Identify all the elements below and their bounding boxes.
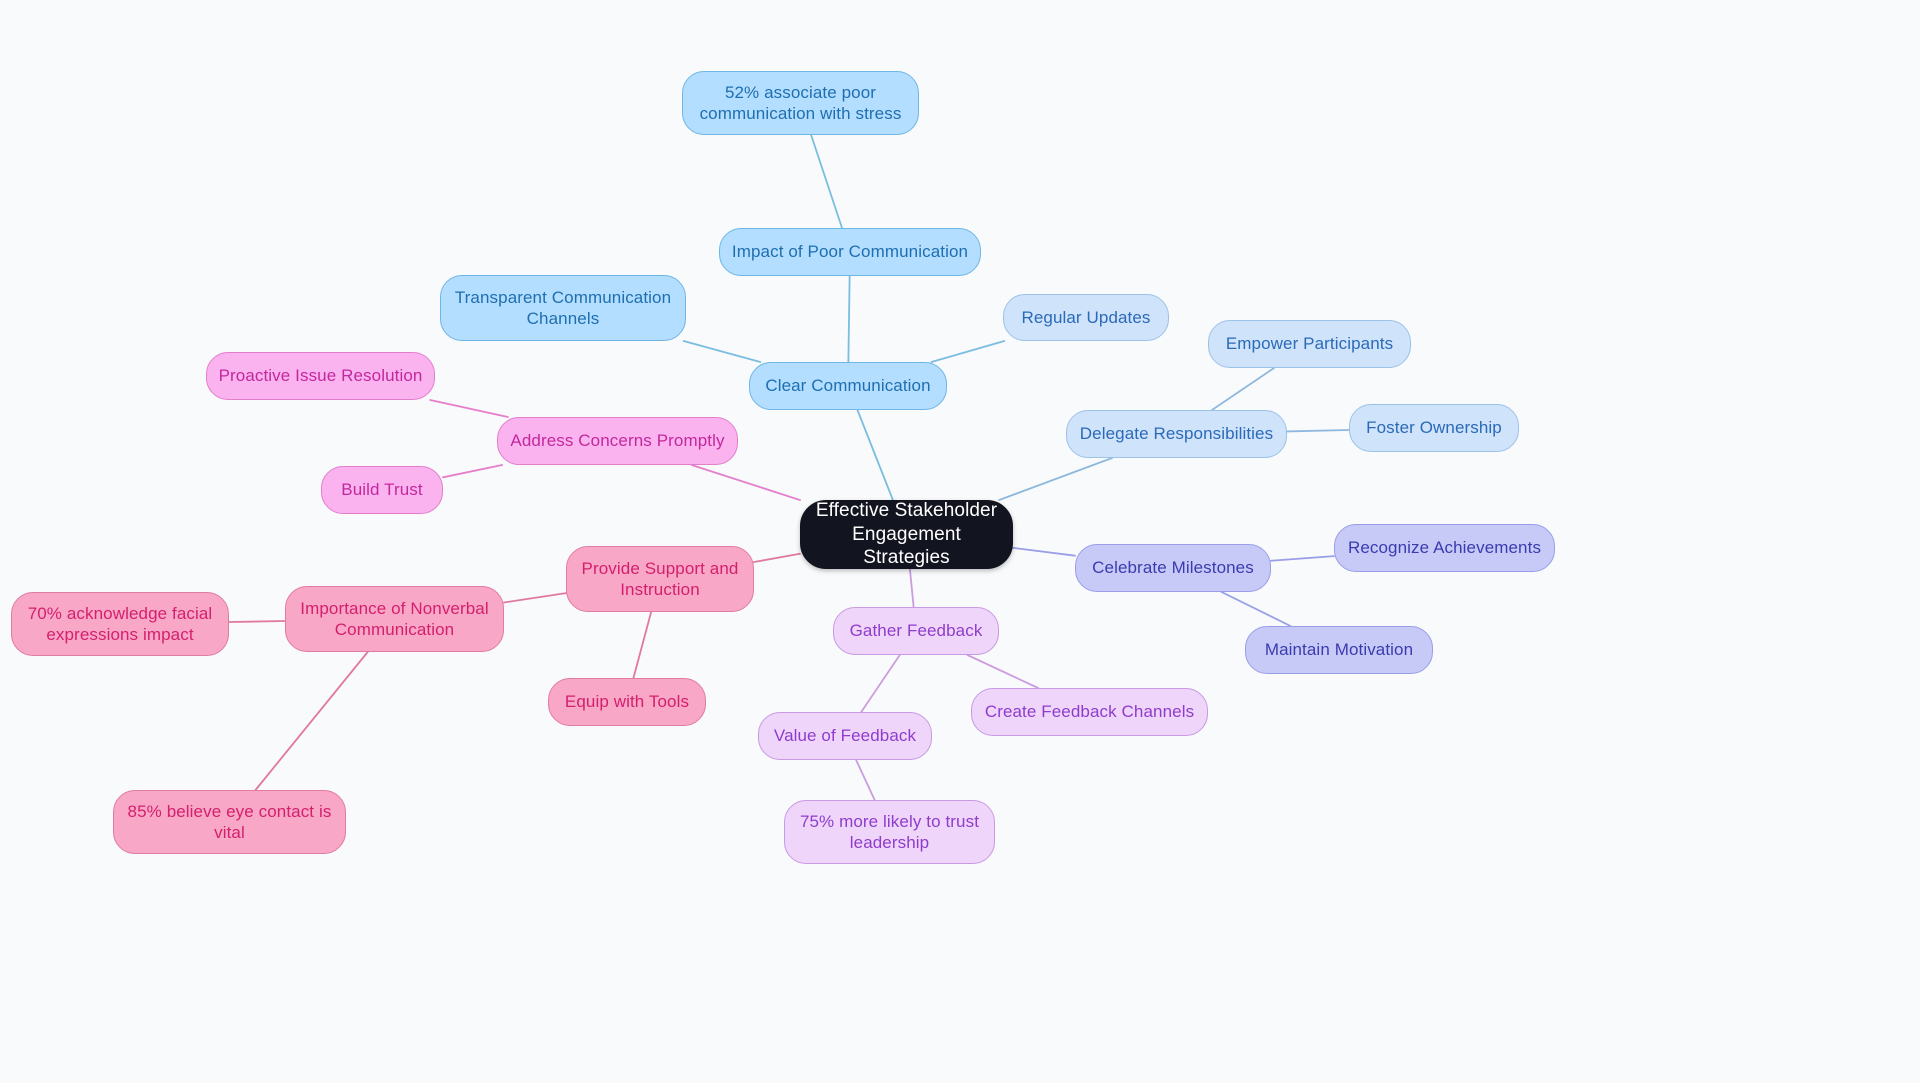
node-label: Delegate Responsibilities <box>1079 424 1274 444</box>
node-label: Proactive Issue Resolution <box>218 366 423 386</box>
node-label: Effective Stakeholder Engagement Strateg… <box>815 499 998 569</box>
mindmap-edge-address-concerns-promptly--proactive-issue-resolution <box>429 399 509 418</box>
mindmap-edge-root--delegate-responsibilities <box>998 457 1113 501</box>
mindmap-node-foster-ownership[interactable]: Foster Ownership <box>1349 404 1519 452</box>
mindmap-node-build-trust[interactable]: Build Trust <box>321 466 443 514</box>
node-label: Recognize Achievements <box>1347 538 1542 558</box>
mindmap-node-85-believe-eye-contact-is-vital[interactable]: 85% believe eye contact is vital <box>113 790 346 854</box>
mindmap-edge-gather-feedback--create-feedback-channels <box>966 654 1039 689</box>
mindmap-edge-clear-communication--transparent-communication-channels <box>682 340 762 363</box>
mindmap-edge-delegate-responsibilities--foster-ownership <box>1286 429 1350 433</box>
mindmap-edge-importance-of-nonverbal-communication--70-acknowledge-facial-expressions-impact <box>228 620 286 623</box>
mindmap-node-celebrate-milestones[interactable]: Celebrate Milestones <box>1075 544 1271 592</box>
node-label: 52% associate poor communication with st… <box>699 82 902 123</box>
mindmap-edge-clear-communication--regular-updates <box>930 340 1006 363</box>
node-label: Maintain Motivation <box>1264 640 1414 660</box>
node-label: Importance of Nonverbal Communication <box>300 598 489 639</box>
mindmap-node-importance-of-nonverbal-communication[interactable]: Importance of Nonverbal Communication <box>285 586 504 652</box>
node-label: 75% more likely to trust leadership <box>799 811 980 852</box>
node-label: Create Feedback Channels <box>984 702 1195 722</box>
mindmap-node-address-concerns-promptly[interactable]: Address Concerns Promptly <box>497 417 738 465</box>
mindmap-node-delegate-responsibilities[interactable]: Delegate Responsibilities <box>1066 410 1287 458</box>
mindmap-node-root[interactable]: Effective Stakeholder Engagement Strateg… <box>800 500 1013 569</box>
node-label: 70% acknowledge facial expressions impac… <box>27 603 213 644</box>
mindmap-edge-gather-feedback--value-of-feedback <box>860 654 901 713</box>
mindmap-node-proactive-issue-resolution[interactable]: Proactive Issue Resolution <box>206 352 435 400</box>
mindmap-node-create-feedback-channels[interactable]: Create Feedback Channels <box>971 688 1208 736</box>
mindmap-node-regular-updates[interactable]: Regular Updates <box>1003 294 1169 341</box>
node-label: Clear Communication <box>765 376 931 396</box>
mindmap-edge-root--provide-support-and-instruction <box>753 552 801 563</box>
node-label: Regular Updates <box>1021 307 1151 327</box>
mindmap-node-empower-participants[interactable]: Empower Participants <box>1208 320 1411 368</box>
node-label: Empower Participants <box>1225 334 1394 354</box>
node-label: Build Trust <box>341 480 423 500</box>
node-label: Impact of Poor Communication <box>731 242 969 262</box>
mindmap-edge-root--celebrate-milestones <box>1012 546 1076 557</box>
mindmap-edge-importance-of-nonverbal-communication--85-believe-eye-contact-is-vital <box>254 651 369 791</box>
mindmap-node-52-associate-poor-communication-with-stress[interactable]: 52% associate poor communication with st… <box>682 71 919 135</box>
node-label: Gather Feedback <box>849 621 983 641</box>
mindmap-edge-root--gather-feedback <box>908 568 915 608</box>
mindmap-edge-value-of-feedback--75-more-likely-to-trust-leadership <box>855 759 876 801</box>
mindmap-node-value-of-feedback[interactable]: Value of Feedback <box>758 712 932 760</box>
node-label: Foster Ownership <box>1366 418 1502 438</box>
mindmap-edge-clear-communication--impact-of-poor-communication <box>847 275 851 363</box>
node-label: Celebrate Milestones <box>1092 558 1254 578</box>
mindmap-node-recognize-achievements[interactable]: Recognize Achievements <box>1334 524 1555 572</box>
mindmap-node-maintain-motivation[interactable]: Maintain Motivation <box>1245 626 1433 674</box>
node-label: Address Concerns Promptly <box>510 431 725 451</box>
mindmap-node-75-more-likely-to-trust-leadership[interactable]: 75% more likely to trust leadership <box>784 800 995 864</box>
mindmap-node-provide-support-and-instruction[interactable]: Provide Support and Instruction <box>566 546 754 612</box>
mindmap-edge-address-concerns-promptly--build-trust <box>442 464 504 479</box>
mindmap-edge-impact-of-poor-communication--52-associate-poor-communication-with-stress <box>810 134 843 229</box>
mindmap-edge-root--address-concerns-promptly <box>690 464 801 501</box>
mindmap-edge-provide-support-and-instruction--equip-with-tools <box>632 611 653 679</box>
mindmap-node-gather-feedback[interactable]: Gather Feedback <box>833 607 999 655</box>
mindmap-canvas: Effective Stakeholder Engagement Strateg… <box>0 0 1920 1083</box>
node-label: Provide Support and Instruction <box>581 558 739 599</box>
mindmap-edge-celebrate-milestones--recognize-achievements <box>1270 555 1335 562</box>
node-label: Equip with Tools <box>564 692 690 712</box>
node-label: Transparent Communication Channels <box>454 287 672 328</box>
mindmap-node-equip-with-tools[interactable]: Equip with Tools <box>548 678 706 726</box>
mindmap-edge-delegate-responsibilities--empower-participants <box>1211 367 1275 411</box>
mindmap-edge-celebrate-milestones--maintain-motivation <box>1220 591 1292 627</box>
node-label: 85% believe eye contact is vital <box>127 801 332 842</box>
mindmap-node-70-acknowledge-facial-expressions-impact[interactable]: 70% acknowledge facial expressions impac… <box>11 592 229 656</box>
mindmap-node-impact-of-poor-communication[interactable]: Impact of Poor Communication <box>719 228 981 276</box>
node-label: Value of Feedback <box>773 726 917 746</box>
mindmap-edge-root--clear-communication <box>856 409 894 501</box>
mindmap-node-clear-communication[interactable]: Clear Communication <box>749 362 947 410</box>
mindmap-node-transparent-communication-channels[interactable]: Transparent Communication Channels <box>440 275 686 341</box>
mindmap-edge-provide-support-and-instruction--importance-of-nonverbal-communication <box>503 592 567 604</box>
